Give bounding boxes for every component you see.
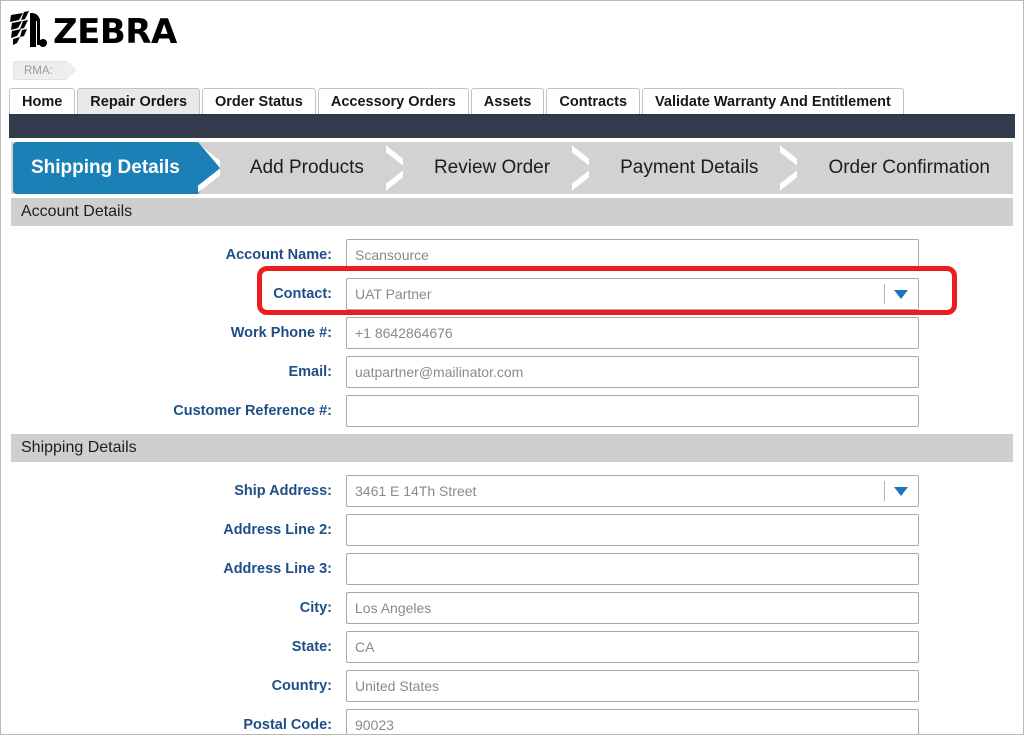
tab-home[interactable]: Home xyxy=(9,88,76,114)
dropdown-toggle-contact[interactable] xyxy=(884,279,918,309)
field-value-country: United States xyxy=(355,678,440,694)
wizard-step-order-confirmation[interactable]: Order Confirmation xyxy=(806,142,1008,194)
tab-contracts[interactable]: Contracts xyxy=(546,88,641,114)
field-label-work-phone: Work Phone #: xyxy=(230,325,332,341)
tab-validate-warranty-and-entitlement[interactable]: Validate Warranty And Entitlement xyxy=(642,88,904,114)
wizard-step-shipping-details[interactable]: Shipping Details xyxy=(13,142,198,194)
zebra-head-icon xyxy=(10,11,47,47)
field-row-state: State: CA xyxy=(1,628,1023,666)
field-row-customer-reference: Customer Reference #: xyxy=(1,392,1023,430)
chevron-down-icon xyxy=(894,289,908,299)
field-label-account-name: Account Name: xyxy=(225,247,332,263)
field-label-address-line-3: Address Line 3: xyxy=(223,561,332,577)
tab-accessory-orders[interactable]: Accessory Orders xyxy=(317,88,469,114)
input-customer-reference[interactable] xyxy=(346,395,919,427)
section-header-account-details: Account Details xyxy=(11,198,1013,226)
wizard-step-separator xyxy=(568,142,598,194)
breadcrumb-rma[interactable]: RMA: xyxy=(13,61,77,80)
tab-assets[interactable]: Assets xyxy=(470,88,545,114)
chevron-down-icon xyxy=(894,486,908,496)
field-value-postal-code: 90023 xyxy=(355,717,394,733)
field-label-customer-reference: Customer Reference #: xyxy=(173,403,332,419)
application-page: ZEBRA RMA: Home Repair Orders Order Status… xyxy=(0,0,1024,735)
field-row-country: Country: United States xyxy=(1,667,1023,705)
field-label-address-line-2: Address Line 2: xyxy=(223,522,332,538)
field-value-ship-address: 3461 E 14Th Street xyxy=(355,483,477,499)
dropdown-contact[interactable]: UAT Partner xyxy=(346,278,919,310)
input-postal-code[interactable]: 90023 xyxy=(346,709,919,734)
field-value-city: Los Angeles xyxy=(355,600,432,616)
field-label-state: State: xyxy=(291,639,332,655)
input-address-line-3[interactable] xyxy=(346,553,919,585)
field-row-postal-code: Postal Code: 90023 xyxy=(1,706,1023,734)
field-row-address-line-3: Address Line 3: xyxy=(1,550,1023,588)
wizard-step-add-products[interactable]: Add Products xyxy=(228,142,382,194)
tab-order-status[interactable]: Order Status xyxy=(202,88,316,114)
field-value-work-phone: +1 8642864676 xyxy=(355,325,453,341)
input-country[interactable]: United States xyxy=(346,670,919,702)
wizard-step-separator xyxy=(776,142,806,194)
section-header-shipping-details: Shipping Details xyxy=(11,434,1013,462)
field-row-email: Email: uatpartner@mailinator.com xyxy=(1,353,1023,391)
field-value-contact: UAT Partner xyxy=(355,286,432,302)
field-label-contact: Contact: xyxy=(273,286,332,302)
field-value-account-name: Scansource xyxy=(355,247,429,263)
field-label-city: City: xyxy=(299,600,332,616)
wizard-step-bar: Shipping Details Add Products Review Order… xyxy=(11,142,1013,194)
form-section: Account Name: Scansource Contact: UAT Partn… xyxy=(1,226,1023,430)
brand-name: ZEBRA xyxy=(53,12,177,52)
field-value-state: CA xyxy=(355,639,375,655)
input-account-name[interactable]: Scansource xyxy=(346,239,919,271)
input-state[interactable]: CA xyxy=(346,631,919,663)
field-row-ship-address: Ship Address: 3461 E 14Th Street xyxy=(1,472,1023,510)
field-row-city: City: Los Angeles xyxy=(1,589,1023,627)
wizard-step-payment-details[interactable]: Payment Details xyxy=(598,142,776,194)
main-navigation-tabs: Home Repair Orders Order Status Accessory O… xyxy=(9,86,1015,116)
field-label-country: Country: xyxy=(271,678,332,694)
field-row-work-phone: Work Phone #: +1 8642864676 xyxy=(1,314,1023,352)
form-container: Account Details Account Name: Scansource Co… xyxy=(1,198,1023,734)
wizard-step-separator xyxy=(382,142,412,194)
field-value-email: uatpartner@mailinator.com xyxy=(355,364,524,380)
masthead: ZEBRA xyxy=(1,1,1023,61)
field-label-postal-code: Postal Code: xyxy=(243,717,332,733)
input-email[interactable]: uatpartner@mailinator.com xyxy=(346,356,919,388)
field-label-ship-address: Ship Address: xyxy=(234,483,332,499)
breadcrumb: RMA: xyxy=(1,61,1023,83)
field-row-address-line-2: Address Line 2: xyxy=(1,511,1023,549)
form-section: Ship Address: 3461 E 14Th Street Address L… xyxy=(1,462,1023,734)
input-work-phone[interactable]: +1 8642864676 xyxy=(346,317,919,349)
wizard-step-separator xyxy=(197,142,228,194)
navy-accent-bar xyxy=(9,116,1015,138)
dropdown-toggle-ship-address[interactable] xyxy=(884,476,918,506)
input-city[interactable]: Los Angeles xyxy=(346,592,919,624)
field-row-account-name: Account Name: Scansource xyxy=(1,236,1023,274)
tab-repair-orders[interactable]: Repair Orders xyxy=(77,88,201,114)
input-address-line-2[interactable] xyxy=(346,514,919,546)
wizard-active-chevron-tip xyxy=(197,142,220,194)
field-row-contact: Contact: UAT Partner xyxy=(1,275,1023,313)
field-label-email: Email: xyxy=(288,364,332,380)
zebra-logo[interactable]: ZEBRA xyxy=(9,9,1023,55)
dropdown-ship-address[interactable]: 3461 E 14Th Street xyxy=(346,475,919,507)
wizard-step-review-order[interactable]: Review Order xyxy=(412,142,568,194)
